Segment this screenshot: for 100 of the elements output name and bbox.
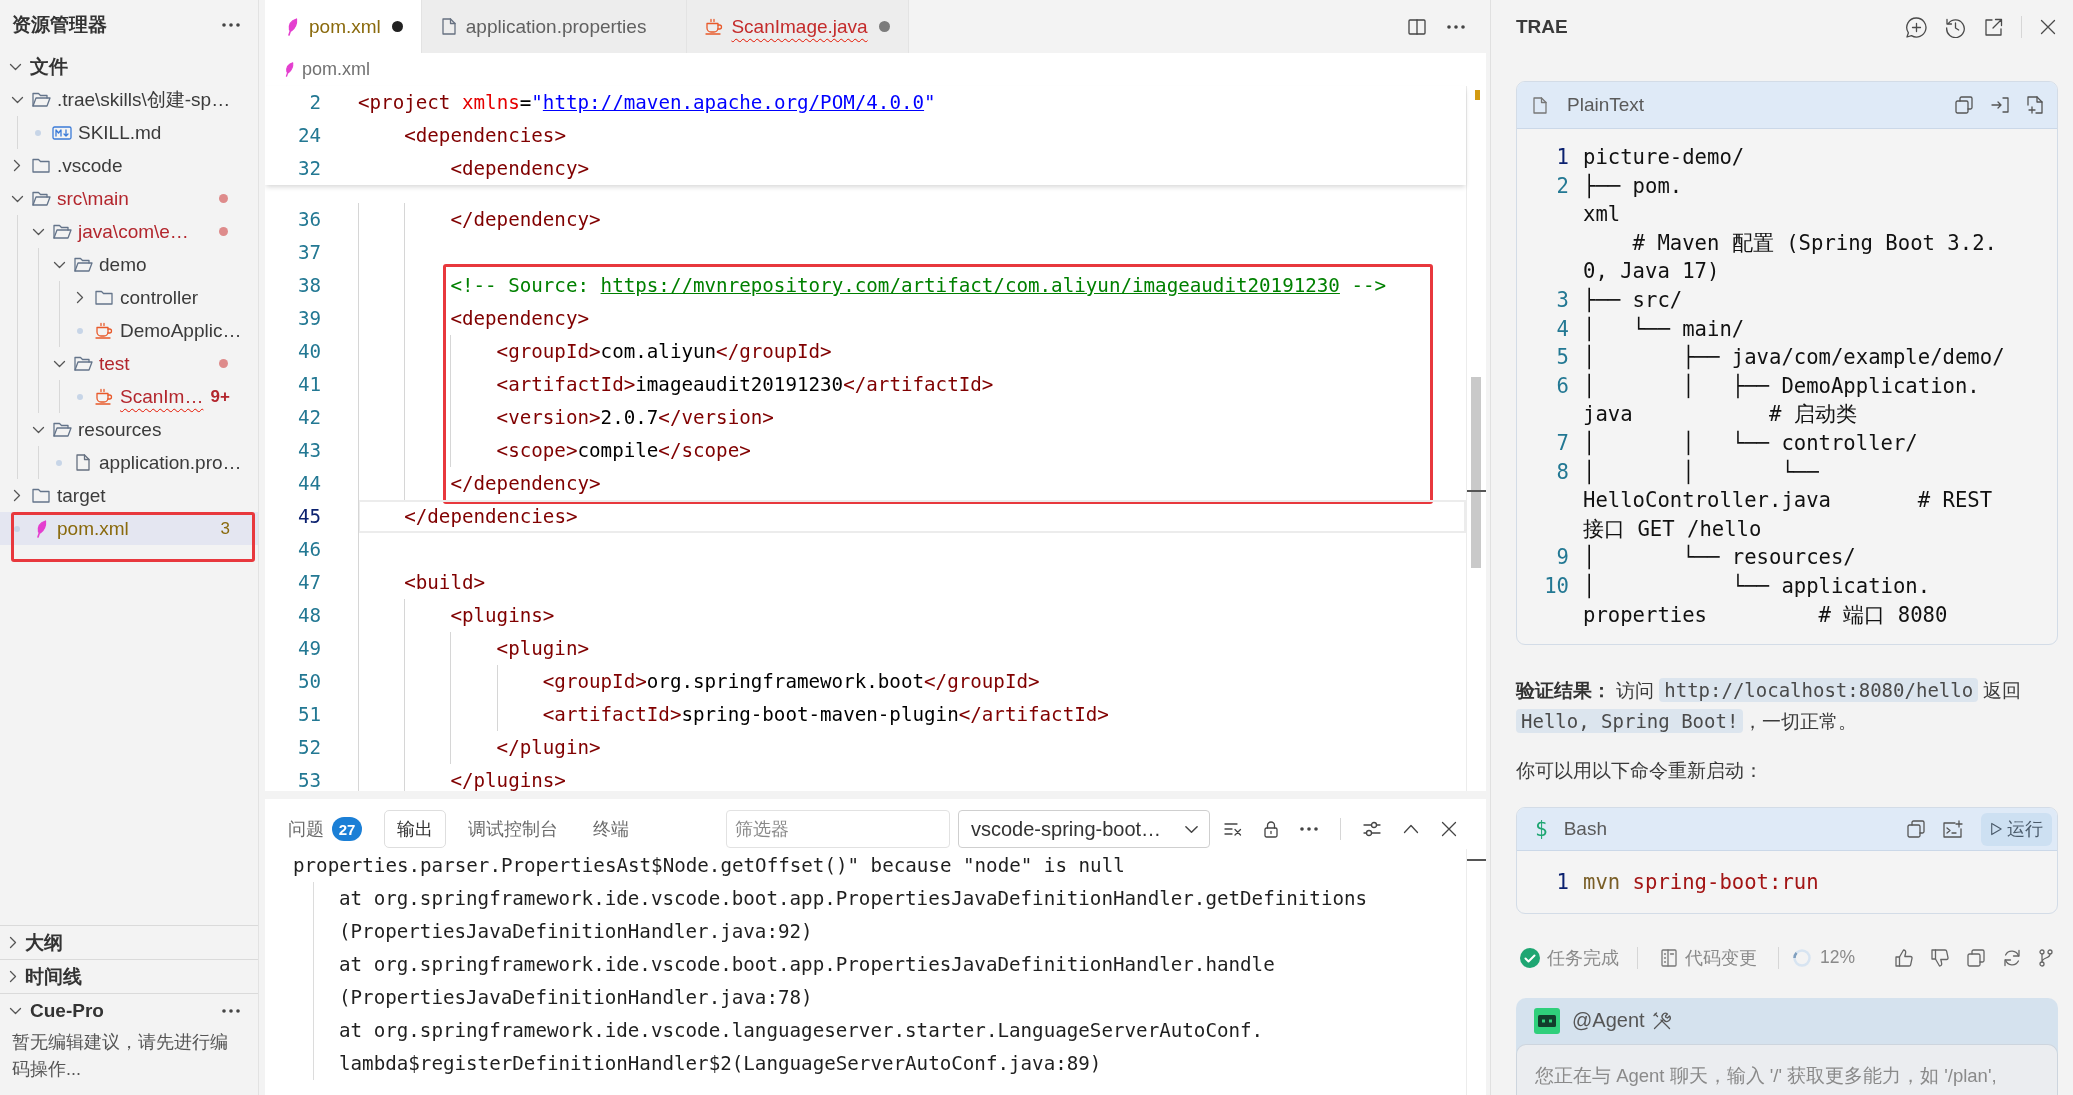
panel-tab[interactable]: 输出	[384, 810, 446, 848]
line-number: 6	[1555, 372, 1569, 400]
thumbs-down-icon[interactable]	[1931, 948, 1949, 967]
line-number: 8	[1555, 458, 1569, 486]
line-number: 2	[1555, 172, 1569, 200]
sliders-icon[interactable]	[1363, 821, 1381, 837]
tree-item[interactable]: test	[0, 347, 258, 380]
breadcrumb-item[interactable]: pom.xml	[284, 59, 370, 80]
tree-item[interactable]: resources	[0, 413, 258, 446]
panel-tab[interactable]: 问题 27	[275, 810, 375, 848]
chevron-right-icon[interactable]	[9, 970, 17, 983]
chevron-right-icon[interactable]	[9, 936, 17, 949]
robot-icon	[1534, 1007, 1560, 1034]
agent-mention[interactable]: @Agent	[1572, 1009, 1645, 1033]
channel-dropdown[interactable]: vscode-spring-boot…	[958, 810, 1210, 848]
cursor-marker	[1467, 490, 1486, 492]
more-icon[interactable]	[222, 1008, 240, 1013]
chevron-down-icon[interactable]	[31, 425, 45, 434]
close-icon[interactable]	[1441, 821, 1457, 837]
refresh-icon[interactable]	[2003, 948, 2021, 967]
code-line: │ ├── java/com/example/demo/	[1583, 343, 2005, 372]
chevron-down-icon[interactable]	[10, 95, 24, 104]
line-number: 45	[296, 504, 321, 530]
insert-icon[interactable]	[1991, 97, 2009, 113]
file-icon	[441, 18, 456, 35]
tree-item[interactable]: SKILL.md	[0, 116, 258, 149]
code-line: <version>2.0.7</version>	[496, 405, 774, 431]
copy-icon[interactable]	[1907, 820, 1925, 839]
sidebar-title: 资源管理器	[12, 13, 107, 37]
clear-list-icon[interactable]	[1224, 822, 1242, 836]
editor-tab[interactable]: application.properties	[421, 0, 688, 53]
tree-item[interactable]: src\main	[0, 182, 258, 215]
chevron-down-icon[interactable]	[31, 227, 45, 236]
close-icon[interactable]	[2040, 19, 2056, 35]
line-number: 37	[296, 240, 321, 266]
output-line: lambda$registerDefinitionHandler$2(LanguageServerAutoConf.java:89)	[339, 1052, 1102, 1075]
output-line: (PropertiesJavaDefinitionHandler.java:78)	[339, 986, 813, 1009]
chevron-right-icon[interactable]	[76, 291, 84, 304]
thumbs-up-icon[interactable]	[1895, 948, 1913, 967]
terminal-plus-icon[interactable]	[1943, 820, 1963, 839]
history-icon[interactable]	[1945, 16, 1966, 38]
bullet-icon	[14, 525, 20, 532]
line-number: 52	[296, 735, 321, 761]
new-file-icon[interactable]	[2027, 96, 2043, 114]
more-icon[interactable]	[1300, 827, 1318, 831]
section-header[interactable]: 大纲	[0, 926, 258, 959]
tree-item[interactable]: target	[0, 479, 258, 512]
more-icon[interactable]	[222, 23, 240, 27]
lock-icon[interactable]	[1264, 820, 1278, 838]
code-line: <groupId>org.springframework.boot</groupId>	[542, 669, 1040, 695]
panel-tab[interactable]: 调试控制台	[455, 810, 571, 848]
chevron-right-icon[interactable]	[13, 159, 21, 172]
tree-item[interactable]: ScanIm… 9+	[0, 380, 258, 413]
panel-tab[interactable]: 终端	[580, 810, 642, 848]
code-line: </dependency>	[450, 471, 601, 497]
copy-icon[interactable]	[1967, 948, 1985, 967]
split-view-icon[interactable]	[1408, 18, 1426, 35]
chat-plus-icon[interactable]	[1906, 16, 1927, 38]
scrollbar-thumb[interactable]	[1471, 377, 1481, 568]
code-link[interactable]: https://mvnrepository.com/artifact/com.aliyun/imageaudit20191230	[600, 274, 1340, 297]
run-button[interactable]: 运行	[1981, 812, 2052, 846]
tree-item[interactable]: .trae\skills\创建-sp…	[0, 83, 258, 116]
more-icon[interactable]	[1447, 24, 1465, 29]
line-number: 7	[1555, 429, 1569, 457]
tree-item[interactable]: demo	[0, 248, 258, 281]
cup-icon	[705, 18, 724, 35]
editor-tab[interactable]: ScanImage.java	[687, 0, 909, 53]
code-link[interactable]: http://maven.apache.org/POM/4.0.0	[542, 91, 925, 114]
tree-item[interactable]: .vscode	[0, 149, 258, 182]
external-link-icon[interactable]	[1984, 17, 2003, 37]
tree-item[interactable]: application.pro…	[0, 446, 258, 479]
chevron-down-icon[interactable]	[52, 359, 66, 368]
code-line: HelloController.java # REST	[1583, 487, 1993, 515]
line-number: 10	[1543, 572, 1569, 600]
chevron-up-icon[interactable]	[1403, 824, 1419, 834]
code-line: <build>	[404, 570, 486, 596]
chat-input[interactable]: 您正在与 Agent 聊天，输入 '/' 获取更多能力，如 '/plan',	[1516, 1043, 2058, 1095]
section-header[interactable]: Cue-Pro	[0, 994, 258, 1027]
chevron-down-icon[interactable]	[9, 1006, 22, 1015]
chevron-right-icon[interactable]	[13, 489, 21, 502]
line-number: 46	[296, 537, 321, 563]
tools-icon[interactable]	[1652, 1011, 1671, 1030]
folder-icon	[52, 224, 72, 239]
tree-item[interactable]: controller	[0, 281, 258, 314]
tree-item[interactable]: java\com\e…	[0, 215, 258, 248]
section-header[interactable]: 时间线	[0, 960, 258, 993]
tree-item[interactable]: DemoApplic…	[0, 314, 258, 347]
copy-icon[interactable]	[1955, 96, 1973, 114]
section-header[interactable]: 文件	[0, 50, 258, 83]
filter-field[interactable]: 筛选器	[726, 810, 950, 848]
bullet-icon	[77, 393, 83, 400]
code-line: │ │ ├── DemoApplication.	[1583, 372, 1980, 401]
code-line: </plugins>	[450, 768, 566, 791]
chevron-down-icon[interactable]	[10, 194, 24, 203]
chevron-down-icon[interactable]	[9, 62, 22, 71]
code-line: </plugin>	[496, 735, 601, 761]
branch-icon[interactable]	[2039, 948, 2053, 967]
code-line: </dependency>	[450, 207, 601, 233]
chevron-down-icon[interactable]	[52, 260, 66, 269]
editor-tab[interactable]: pom.xml	[265, 0, 422, 53]
